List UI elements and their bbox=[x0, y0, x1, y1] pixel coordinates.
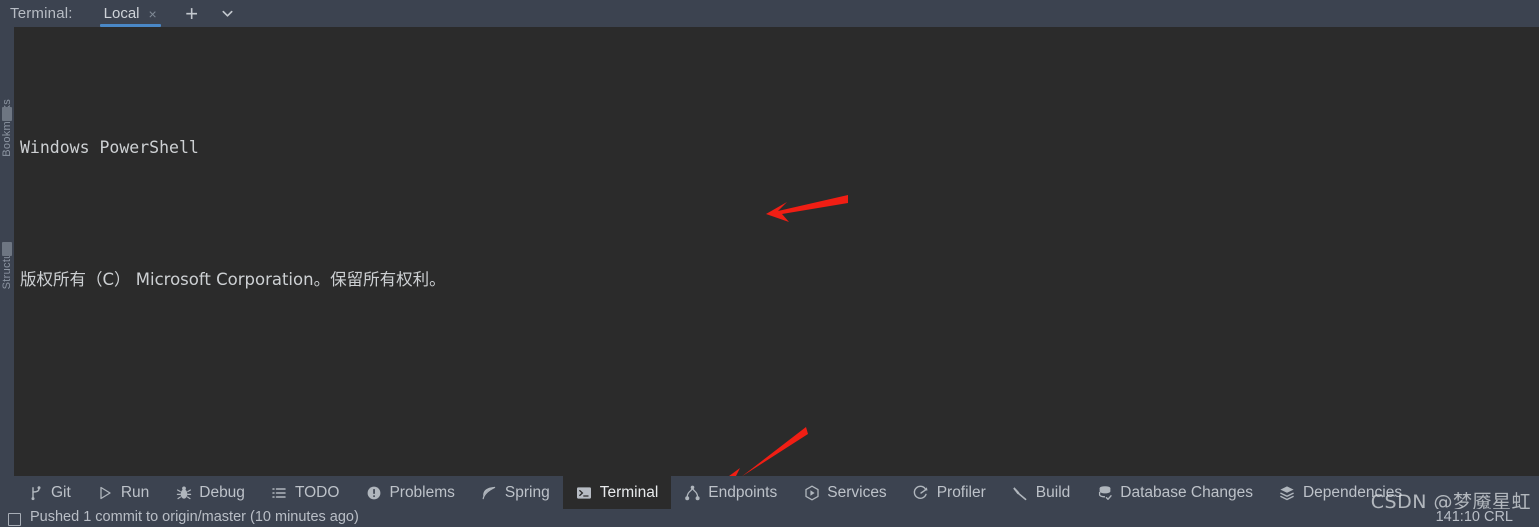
hammer-icon bbox=[1012, 484, 1029, 501]
rail-handle-structure[interactable] bbox=[2, 242, 12, 256]
bottom-tab-run[interactable]: Run bbox=[84, 476, 162, 509]
exclamation-circle-icon bbox=[365, 484, 382, 501]
bottom-tab-spring[interactable]: Spring bbox=[468, 476, 563, 509]
terminal-tab-local-label: Local bbox=[103, 5, 140, 22]
bug-icon bbox=[175, 484, 192, 501]
leaf-icon bbox=[481, 484, 498, 501]
play-icon bbox=[97, 484, 114, 501]
bottom-tab-dependencies[interactable]: Dependencies bbox=[1266, 476, 1415, 509]
copyright-text: 版权所有（C） Microsoft Corporation。保留所有权利。 bbox=[20, 270, 446, 289]
bottom-tab-label: Run bbox=[120, 483, 150, 501]
services-icon bbox=[803, 484, 820, 501]
bottom-tab-problems[interactable]: Problems bbox=[352, 476, 467, 509]
database-icon bbox=[1096, 484, 1113, 501]
bottom-tab-label: Debug bbox=[199, 483, 245, 501]
caret-position-indicator[interactable]: 141:10 CRL bbox=[1436, 509, 1513, 526]
rail-handle-bookmarks[interactable] bbox=[2, 107, 12, 121]
bottom-tab-label: Terminal bbox=[599, 483, 659, 501]
terminal-prompt-icon bbox=[576, 484, 593, 501]
bottom-tab-label: Database Changes bbox=[1120, 483, 1253, 501]
chevron-down-icon[interactable] bbox=[218, 4, 238, 24]
terminal-tab-local[interactable]: Local × bbox=[95, 0, 166, 27]
bottom-tab-label: Services bbox=[827, 483, 887, 501]
bottom-tab-label: Problems bbox=[389, 483, 455, 501]
bottom-tab-debug[interactable]: Debug bbox=[162, 476, 258, 509]
banner-text: Windows PowerShell bbox=[20, 138, 199, 157]
bottom-tab-database-changes[interactable]: Database Changes bbox=[1083, 476, 1266, 509]
bottom-tab-endpoints[interactable]: Endpoints bbox=[671, 476, 790, 509]
ide-terminal-screenshot: Terminal: Local × + Bookmarks Structure … bbox=[0, 0, 1539, 527]
layers-icon bbox=[1279, 484, 1296, 501]
tool-window-title: Terminal: bbox=[10, 5, 73, 22]
bottom-tab-label: Git bbox=[51, 483, 71, 501]
checkbox-icon bbox=[8, 513, 21, 526]
bottom-tab-profiler[interactable]: Profiler bbox=[900, 476, 999, 509]
terminal-line-banner-2: 版权所有（C） Microsoft Corporation。保留所有权利。 bbox=[20, 263, 1539, 296]
bottom-tab-build[interactable]: Build bbox=[999, 476, 1083, 509]
status-message[interactable]: Pushed 1 commit to origin/master (10 min… bbox=[30, 509, 359, 526]
git-branch-icon bbox=[27, 484, 44, 501]
bottom-tab-label: Endpoints bbox=[708, 483, 778, 501]
profiler-icon bbox=[913, 484, 930, 501]
bottom-tab-todo[interactable]: TODO bbox=[258, 476, 353, 509]
terminal-output[interactable]: Windows PowerShell 版权所有（C） Microsoft Cor… bbox=[14, 27, 1539, 476]
list-icon bbox=[271, 484, 288, 501]
bottom-tab-git[interactable]: Git bbox=[14, 476, 84, 509]
ide-status-bar: Pushed 1 commit to origin/master (10 min… bbox=[0, 509, 1539, 527]
bottom-tab-label: Build bbox=[1035, 483, 1071, 501]
endpoints-icon bbox=[684, 484, 701, 501]
terminal-tool-window-header: Terminal: Local × + bbox=[0, 0, 1539, 27]
bottom-tool-window-bar: Git Run Debug TODO Problems Spring Termi… bbox=[0, 476, 1539, 509]
terminal-line-banner-1: Windows PowerShell bbox=[20, 131, 1539, 164]
bottom-tab-label: Dependencies bbox=[1302, 483, 1403, 501]
bottom-tab-terminal[interactable]: Terminal bbox=[562, 476, 672, 509]
bottom-tab-label: Profiler bbox=[936, 483, 986, 501]
close-icon[interactable]: × bbox=[149, 7, 157, 21]
left-tool-rail: Bookmarks Structure bbox=[0, 27, 14, 476]
bottom-tab-label: Spring bbox=[504, 483, 550, 501]
terminal-line-blank-1 bbox=[20, 395, 1539, 428]
bottom-tab-label: TODO bbox=[294, 483, 340, 501]
bottom-tab-services[interactable]: Services bbox=[790, 476, 899, 509]
plus-icon[interactable]: + bbox=[182, 2, 202, 24]
